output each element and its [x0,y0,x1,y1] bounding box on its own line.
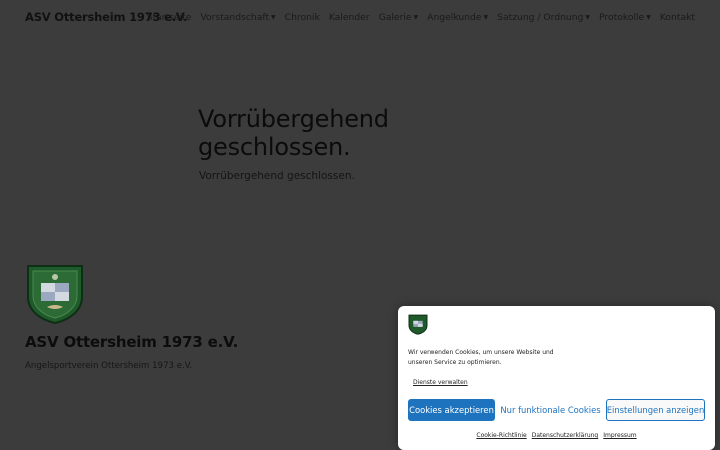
nav-item-vorstandschaft[interactable]: Vorstandschaft ▼ [200,12,275,23]
nav-item-startseite[interactable]: Startseite [147,12,192,23]
chevron-down-icon: ▼ [585,14,591,21]
footer-tagline: Angelsportverein Ottersheim 1973 e.V. [25,361,193,371]
cookie-legal-links: Cookie-Richtlinie Datenschutzerklärung I… [398,432,715,439]
chevron-down-icon: ▼ [646,14,651,21]
club-logo[interactable] [25,263,85,325]
nav-label: Angelkunde [427,12,482,23]
nav-label: Galerie [378,12,412,23]
page-text: Vorrübergehend geschlossen. [199,170,355,182]
cookie-message: Wir verwenden Cookies, um unsere Website… [408,349,554,366]
nav-label: Chronik [284,12,320,23]
nav-label: Vorstandschaft [200,12,270,23]
cookie-banner-logo [408,314,428,335]
nav-item-satzung[interactable]: Satzung / Ordnung ▼ [497,12,590,23]
club-logo-shield-icon [27,265,83,325]
show-settings-button[interactable]: Einstellungen anzeigen [606,399,705,421]
accept-cookies-button[interactable]: Cookies akzeptieren [408,399,495,421]
cookie-consent-banner: Wir verwenden Cookies, um unsere Website… [398,306,715,450]
functional-cookies-button[interactable]: Nur funktionale Cookies [500,399,600,421]
page-title: Vorrübergehend geschlossen. [198,105,389,161]
nav-item-kontakt[interactable]: Kontakt [660,12,695,23]
nav-item-galerie[interactable]: Galerie ▼ [379,12,419,23]
nav-label: Protokolle [599,12,645,23]
chevron-down-icon: ▼ [483,14,489,21]
nav-label: Satzung / Ordnung [497,12,584,23]
nav-label: Kontakt [659,12,695,23]
club-logo-shield-icon [408,314,428,335]
chevron-down-icon: ▼ [271,14,276,21]
nav-label: Startseite [146,12,192,23]
main-nav: Startseite Vorstandschaft ▼ Chronik Kalen… [147,12,695,23]
footer-site-title[interactable]: ASV Ottersheim 1973 e.V. [25,333,238,351]
imprint-link[interactable]: Impressum [603,432,636,439]
chevron-down-icon: ▼ [413,14,419,21]
nav-item-kalender[interactable]: Kalender [329,12,370,23]
site-header: ASV Ottersheim 1973 e.V. Startseite Vors… [0,0,720,36]
privacy-policy-link[interactable]: Datenschutzerklärung [532,432,599,439]
manage-services-link[interactable]: Dienste verwalten [413,379,468,386]
cookie-policy-link[interactable]: Cookie-Richtlinie [476,432,526,439]
nav-item-protokolle[interactable]: Protokolle ▼ [599,12,651,23]
nav-item-chronik[interactable]: Chronik [285,12,320,23]
nav-item-angelkunde[interactable]: Angelkunde ▼ [427,12,488,23]
nav-label: Kalender [328,12,370,23]
